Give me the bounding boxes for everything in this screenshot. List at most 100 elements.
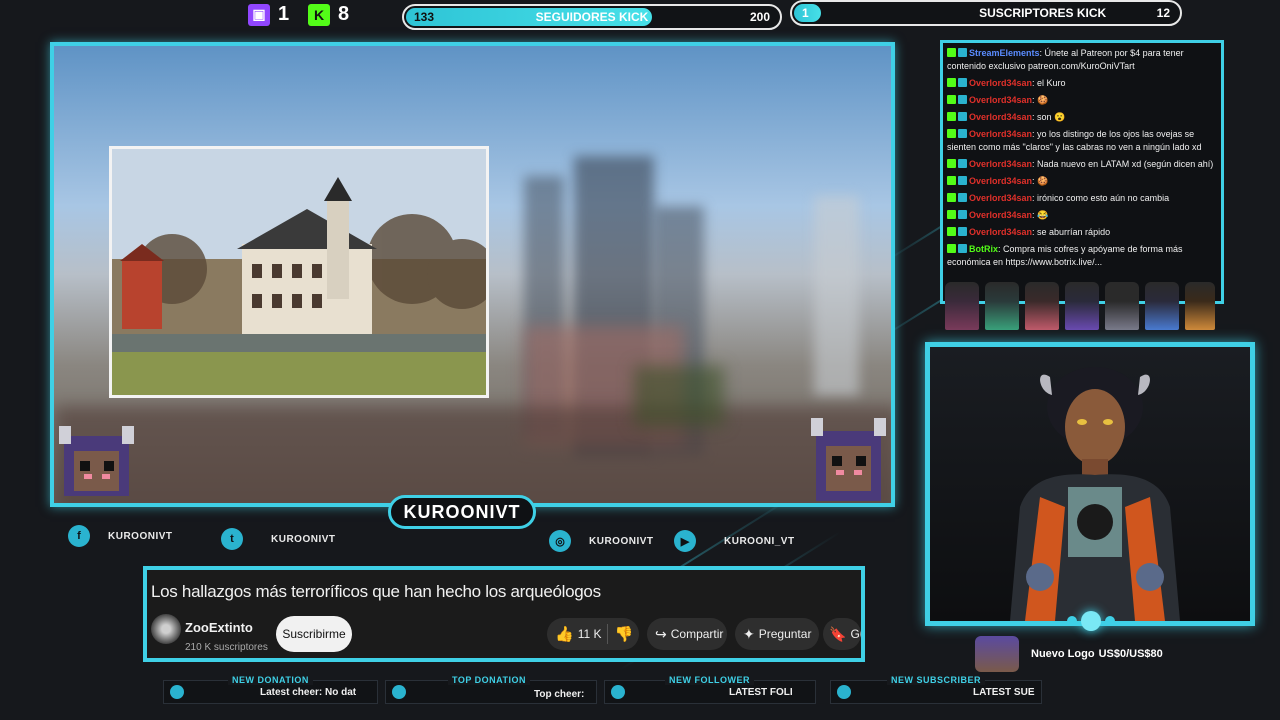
chat-message: Overlord34san: 🍪	[947, 175, 1217, 188]
chat-text: : son 😮	[1032, 112, 1066, 122]
chat-username[interactable]: Overlord34san	[969, 176, 1032, 186]
chat-message: StreamElements: Únete al Patreon por $4 …	[947, 47, 1217, 73]
chat-username[interactable]: Overlord34san	[969, 129, 1032, 139]
kick-badge-icon	[947, 95, 956, 104]
chat-username[interactable]: Overlord34san	[969, 227, 1032, 237]
alert-value: Top cheer:	[534, 689, 585, 700]
chat-message-list: StreamElements: Únete al Patreon por $4 …	[947, 47, 1217, 269]
share-label: Compartir	[670, 627, 724, 641]
dislike-button[interactable]: 👎	[614, 625, 633, 643]
twitch-count: 1	[278, 3, 290, 25]
like-dislike-group: 👍 11 K 👎	[547, 618, 639, 650]
thumbs-up-icon: 👍	[555, 626, 574, 643]
followers-current: 133	[414, 10, 435, 24]
chat-username[interactable]: StreamElements	[969, 48, 1040, 58]
save-button[interactable]: 🔖 Gu	[823, 618, 861, 650]
subscribe-button[interactable]: Suscribirme	[276, 616, 352, 652]
sub-badge-icon	[958, 210, 967, 219]
chat-username[interactable]: BotRix	[969, 244, 998, 254]
bg-rooftops	[54, 406, 891, 503]
social-youtube[interactable]: ▶ KUROONI_VT	[674, 530, 795, 552]
social-instagram[interactable]: ◎ KUROONIVT	[549, 530, 654, 552]
goal-mascot-icon	[975, 636, 1019, 672]
kick-badge-icon	[947, 193, 956, 202]
chat-username[interactable]: Overlord34san	[969, 159, 1032, 169]
chat-username[interactable]: Overlord34san	[969, 193, 1032, 203]
indicator-dot	[1105, 616, 1115, 626]
channel-avatar[interactable]	[151, 614, 181, 644]
sub-badge-icon	[958, 193, 967, 202]
indicator-dot	[1067, 616, 1077, 626]
mascot-sprite	[1105, 282, 1139, 330]
chat-message: Overlord34san: yo los distingo de los oj…	[947, 128, 1217, 154]
facebook-icon: f	[68, 525, 90, 547]
subscribers-goal-bar: 1 SUSCRIPTORES KICK 12	[790, 0, 1182, 26]
subscribers-label: SUSCRIPTORES KICK	[979, 6, 1107, 20]
streamer-name: KUROONIVT	[403, 501, 521, 522]
alert-new-follower: NEW FOLLOWER LATEST FOLI	[604, 675, 816, 704]
castle-photo	[109, 146, 489, 398]
kick-badge-icon	[947, 159, 956, 168]
chat-text: : 🍪	[1032, 176, 1049, 186]
chat-panel[interactable]: StreamElements: Únete al Patreon por $4 …	[940, 40, 1224, 304]
alert-title: TOP DONATION	[448, 675, 531, 685]
chat-text: : 🍪	[1032, 95, 1049, 105]
goal-amount: US$0/US$80	[1098, 648, 1163, 660]
chat-username[interactable]: Overlord34san	[969, 78, 1032, 88]
sub-badge-icon	[958, 95, 967, 104]
share-button[interactable]: ↪ Compartir	[647, 618, 727, 650]
alert-new-subscriber: NEW SUBSCRIBER LATEST SUE	[830, 675, 1042, 704]
social-label: KUROONIVT	[108, 530, 173, 542]
mascot-sprite	[1025, 282, 1059, 330]
like-button[interactable]: 👍 11 K	[547, 625, 601, 643]
mascot-left	[54, 416, 139, 503]
chat-text: : el Kuro	[1032, 78, 1066, 88]
youtube-icon: ▶	[674, 530, 696, 552]
twitter-icon: t	[221, 528, 243, 550]
social-facebook[interactable]: f KUROONIVT	[68, 525, 173, 547]
alert-value: LATEST FOLI	[729, 687, 793, 698]
save-label: Gu	[850, 627, 861, 641]
kick-badge-icon	[947, 210, 956, 219]
channel-name[interactable]: ZooExtinto	[185, 620, 253, 635]
share-icon: ↪	[655, 625, 667, 642]
vtuber-avatar	[1010, 367, 1180, 621]
instagram-icon: ◎	[549, 530, 571, 552]
chat-username[interactable]: Overlord34san	[969, 210, 1032, 220]
follower-icon	[611, 685, 625, 699]
youtube-info-bar: Los hallazgos más terroríficos que han h…	[143, 566, 865, 662]
chat-username[interactable]: Overlord34san	[969, 112, 1032, 122]
video-title: Los hallazgos más terroríficos que han h…	[151, 582, 601, 601]
mascot-sprite	[1065, 282, 1099, 330]
divider	[607, 624, 609, 644]
kick-counter: K 8	[308, 3, 349, 26]
chat-text: : 😂	[1032, 210, 1049, 220]
kick-count: 8	[338, 3, 350, 25]
sparkle-icon: ✦	[743, 625, 755, 642]
chat-message: Overlord34san: 🍪	[947, 94, 1217, 107]
chat-text: : irónico como esto aún no cambia	[1032, 193, 1170, 203]
main-video-frame	[50, 42, 895, 507]
castle-image	[112, 149, 486, 395]
chat-text: : Nada nuevo en LATAM xd (según dicen ah…	[1032, 159, 1214, 169]
sub-badge-icon	[958, 159, 967, 168]
sub-badge-icon	[958, 227, 967, 236]
kick-badge-icon	[947, 176, 956, 185]
chat-username[interactable]: Overlord34san	[969, 95, 1032, 105]
top-donation-icon	[392, 685, 406, 699]
alert-title: NEW DONATION	[228, 675, 313, 685]
social-twitter[interactable]: t KUROONIVT	[221, 528, 336, 550]
kick-icon: K	[308, 3, 330, 26]
ask-button[interactable]: ✦ Preguntar	[735, 618, 819, 650]
twitch-icon: ▣	[248, 3, 270, 26]
kick-badge-icon	[947, 48, 956, 57]
alert-value: Latest cheer: No dat	[260, 687, 357, 698]
mascot-sprite	[945, 282, 979, 330]
sub-badge-icon	[958, 129, 967, 138]
channel-subscribers: 210 K suscriptores	[185, 642, 268, 653]
chat-message: Overlord34san: son 😮	[947, 111, 1217, 124]
mascot-sprite	[985, 282, 1019, 330]
chat-message: Overlord34san: el Kuro	[947, 77, 1217, 90]
bg-trees	[634, 366, 724, 426]
goal-label: Nuevo Logo	[1031, 648, 1095, 660]
